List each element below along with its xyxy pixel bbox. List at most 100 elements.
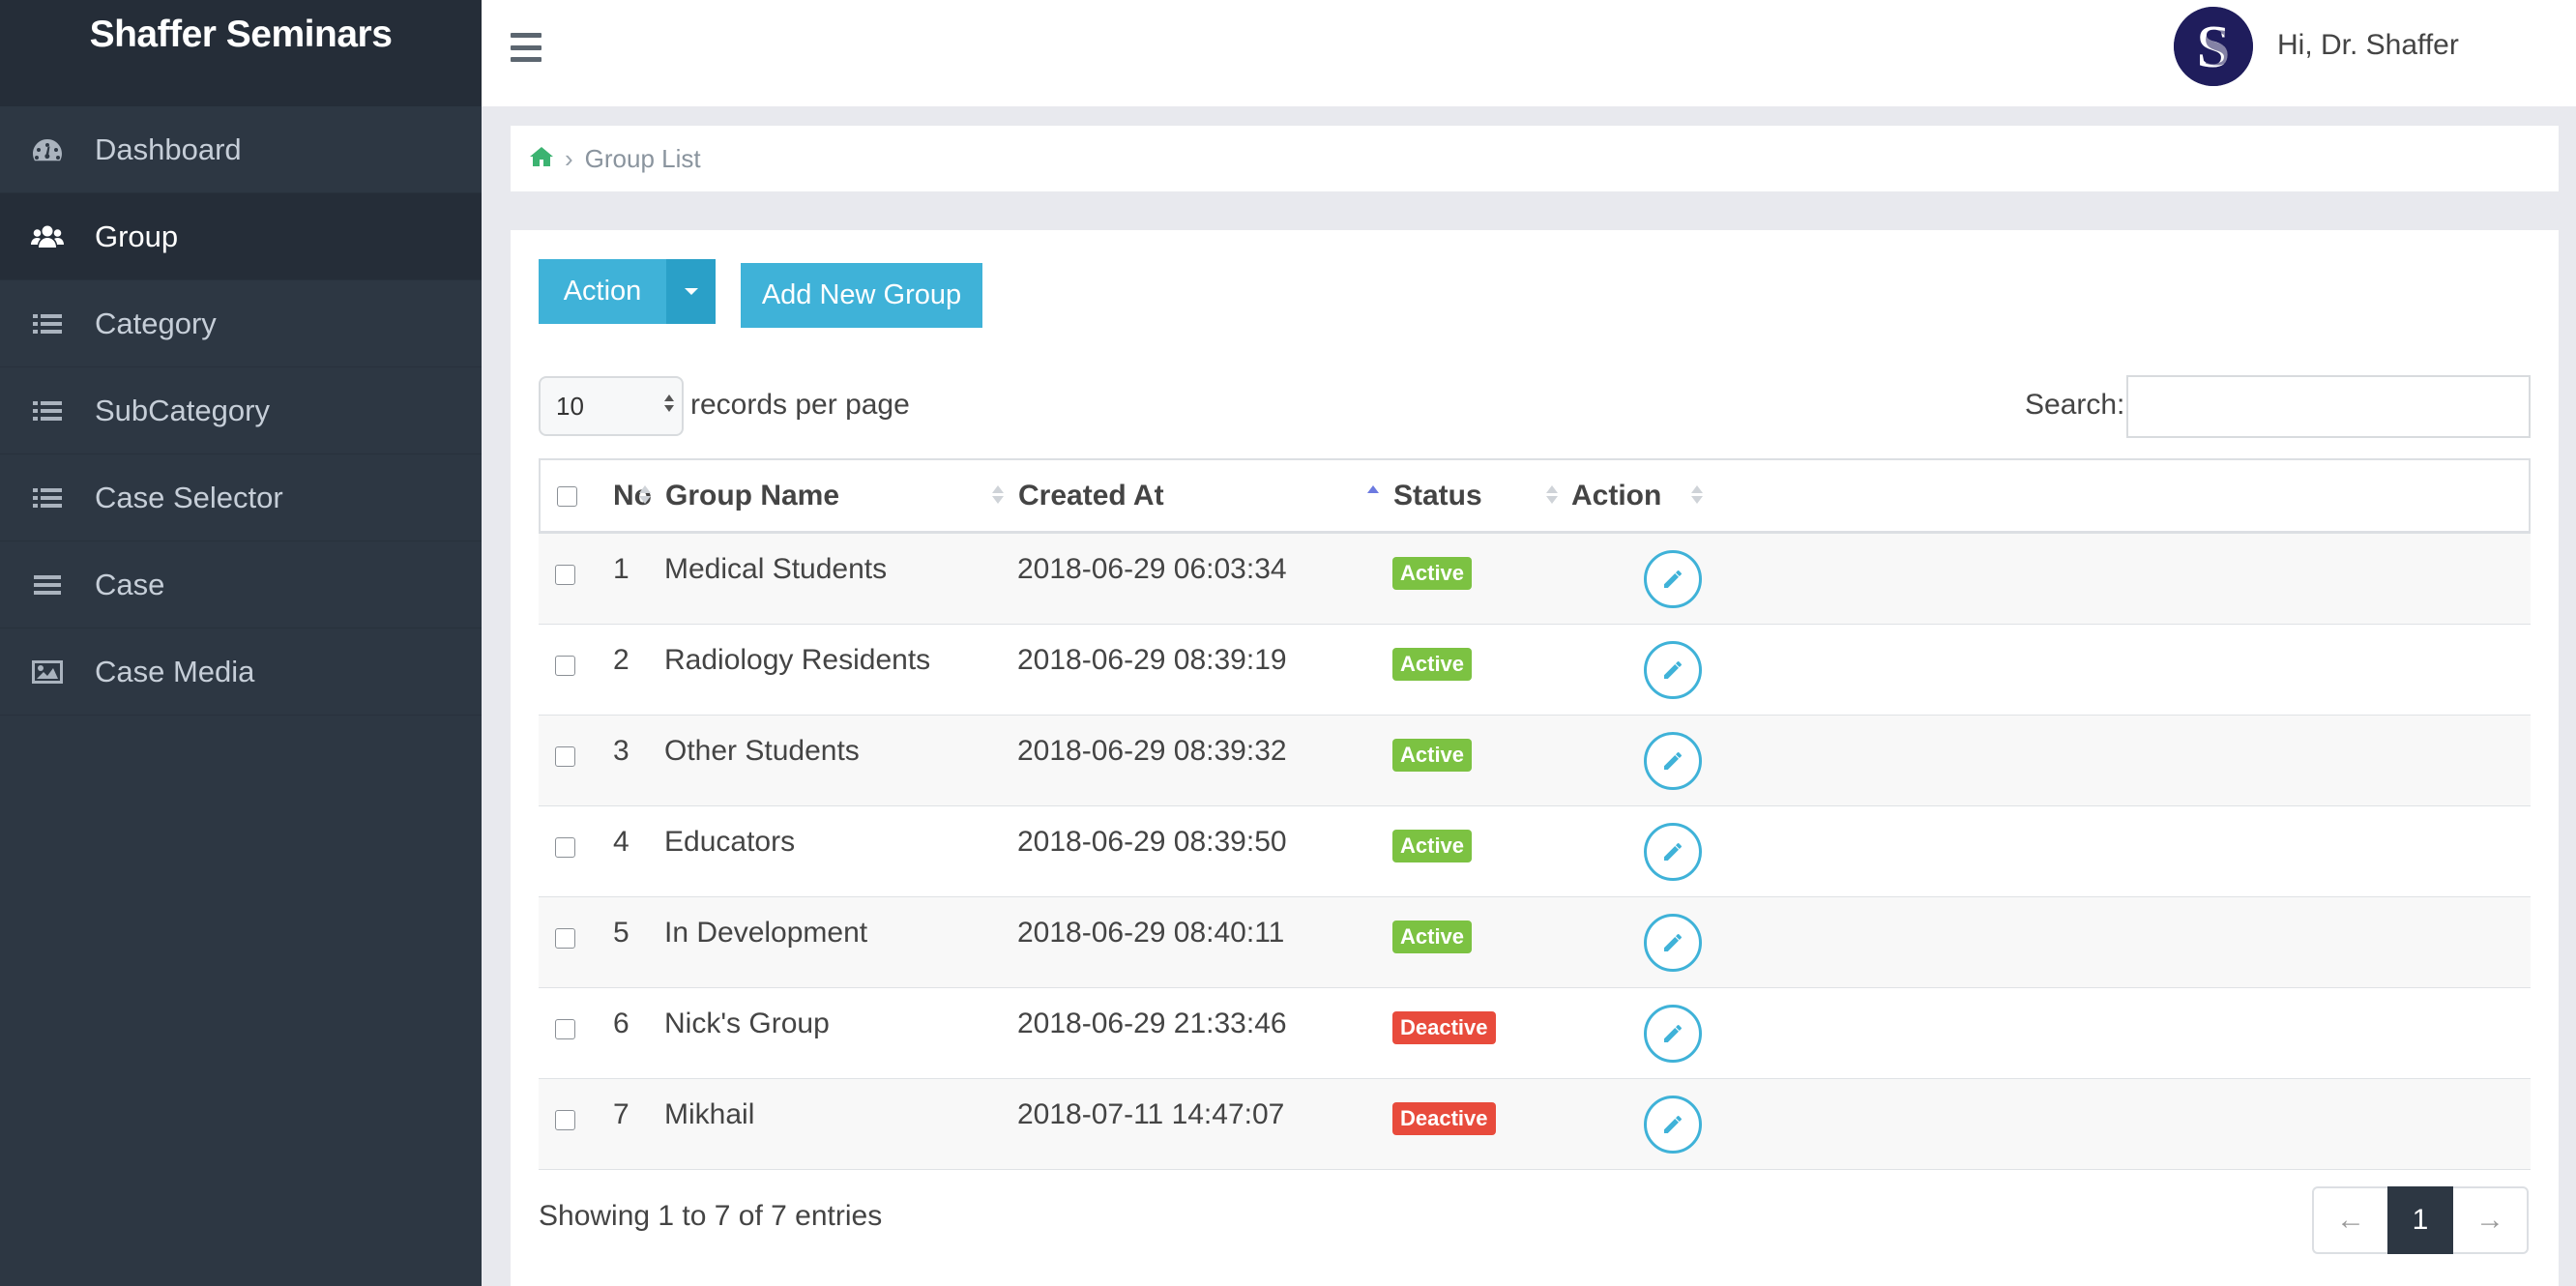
- edit-button[interactable]: [1644, 1005, 1702, 1063]
- sidebar-item-case-media[interactable]: Case Media: [0, 628, 482, 716]
- prev-page-button[interactable]: ←: [2312, 1186, 2387, 1254]
- list-icon: [0, 486, 95, 510]
- pencil-icon: [1664, 661, 1682, 679]
- sidebar-item-group[interactable]: Group: [0, 193, 482, 280]
- cell-group-name: Medical Students: [664, 553, 888, 585]
- edit-button[interactable]: [1644, 823, 1702, 881]
- row-checkbox[interactable]: [555, 928, 575, 949]
- cell-no: 6: [613, 1008, 629, 1039]
- select-all-checkbox[interactable]: [557, 486, 577, 507]
- user-greeting[interactable]: Hi, Dr. Shaffer: [2277, 29, 2459, 62]
- header-group-name[interactable]: Group Name: [665, 480, 839, 512]
- breadcrumb-separator: ›: [565, 143, 573, 173]
- row-checkbox[interactable]: [555, 1019, 575, 1039]
- add-new-group-button[interactable]: Add New Group: [741, 263, 982, 328]
- cell-created-at: 2018-06-29 21:33:46: [1017, 1008, 1287, 1039]
- sidebar-item-label: SubCategory: [95, 393, 270, 427]
- sidebar-item-dashboard[interactable]: Dashboard: [0, 106, 482, 193]
- header-created-at[interactable]: Created At: [1018, 480, 1164, 512]
- avatar[interactable]: S S: [2174, 7, 2253, 86]
- table-info: Showing 1 to 7 of 7 entries: [539, 1200, 883, 1232]
- cell-created-at: 2018-06-29 08:39:19: [1017, 644, 1287, 676]
- pencil-icon: [1664, 934, 1682, 951]
- page-length-label: records per page: [690, 389, 910, 421]
- row-checkbox[interactable]: [555, 1110, 575, 1130]
- cell-created-at: 2018-06-29 08:40:11: [1017, 917, 1285, 949]
- table-row: 5 In Development 2018-06-29 08:40:11 Active: [539, 897, 2531, 988]
- edit-button[interactable]: [1644, 550, 1702, 608]
- pencil-icon: [1664, 752, 1682, 770]
- cell-no: 5: [613, 917, 629, 949]
- sort-icon[interactable]: [1546, 485, 1558, 504]
- sort-asc-icon[interactable]: [1367, 485, 1379, 504]
- sidebar-item-subcategory[interactable]: SubCategory: [0, 367, 482, 454]
- page-length-value: 10: [556, 391, 584, 421]
- cell-no: 3: [613, 735, 629, 767]
- sort-icon[interactable]: [1691, 485, 1703, 504]
- pencil-icon: [1664, 843, 1682, 861]
- cell-group-name: Other Students: [664, 735, 860, 767]
- status-badge: Active: [1392, 830, 1473, 862]
- edit-button[interactable]: [1644, 732, 1702, 790]
- status-badge: Active: [1392, 557, 1473, 590]
- row-checkbox[interactable]: [555, 565, 575, 585]
- groups-table: No Group Name Created At Status Action 1…: [539, 458, 2531, 1170]
- edit-button[interactable]: [1644, 914, 1702, 972]
- page-length-select[interactable]: 10: [539, 376, 684, 436]
- header-status[interactable]: Status: [1393, 480, 1482, 512]
- pagination: ← 1 →: [2312, 1186, 2529, 1254]
- next-page-button[interactable]: →: [2453, 1186, 2529, 1254]
- row-checkbox[interactable]: [555, 837, 575, 858]
- sort-icon[interactable]: [992, 485, 1004, 504]
- status-badge: Deactive: [1392, 1102, 1496, 1135]
- status-badge: Active: [1392, 739, 1473, 772]
- sidebar-item-category[interactable]: Category: [0, 280, 482, 367]
- cell-group-name: Nick's Group: [664, 1008, 830, 1039]
- cell-group-name: Educators: [664, 826, 796, 858]
- cell-group-name: Radiology Residents: [664, 644, 931, 676]
- action-button[interactable]: Action: [539, 259, 666, 324]
- sidebar-item-label: Category: [95, 306, 217, 340]
- sidebar-item-label: Case: [95, 567, 165, 601]
- cell-group-name: Mikhail: [664, 1098, 755, 1130]
- action-dropdown-toggle[interactable]: [666, 259, 716, 324]
- table-row: 3 Other Students 2018-06-29 08:39:32 Active: [539, 716, 2531, 806]
- row-checkbox[interactable]: [555, 656, 575, 676]
- table-body: 1 Medical Students 2018-06-29 06:03:34 Acti…: [539, 534, 2531, 1170]
- caret-down-icon: [684, 288, 698, 295]
- brand-title[interactable]: Shaffer Seminars: [0, 0, 482, 106]
- pencil-icon: [1664, 1025, 1682, 1042]
- cell-group-name: In Development: [664, 917, 868, 949]
- cell-created-at: 2018-06-29 08:39:32: [1017, 735, 1287, 767]
- sidebar-item-case-selector[interactable]: Case Selector: [0, 454, 482, 541]
- table-header: No Group Name Created At Status Action: [539, 458, 2531, 534]
- cell-created-at: 2018-07-11 14:47:07: [1017, 1098, 1285, 1130]
- bars-icon: [0, 573, 95, 597]
- row-checkbox[interactable]: [555, 746, 575, 767]
- pencil-icon: [1664, 570, 1682, 588]
- status-badge: Active: [1392, 921, 1473, 953]
- users-icon: [0, 224, 95, 249]
- table-row: 4 Educators 2018-06-29 08:39:50 Active: [539, 806, 2531, 897]
- sidebar: Shaffer Seminars Dashboard Group Categor…: [0, 0, 482, 1286]
- table-row: 2 Radiology Residents 2018-06-29 08:39:19 A…: [539, 625, 2531, 716]
- cell-no: 1: [613, 553, 629, 585]
- edit-button[interactable]: [1644, 1096, 1702, 1154]
- search-input[interactable]: [2126, 375, 2531, 438]
- breadcrumb: › Group List: [511, 126, 2559, 191]
- menu-toggle-icon[interactable]: [511, 33, 542, 62]
- select-arrows-icon: [664, 395, 674, 412]
- edit-button[interactable]: [1644, 641, 1702, 699]
- status-badge: Active: [1392, 648, 1473, 681]
- sidebar-item-case[interactable]: Case: [0, 541, 482, 628]
- cell-no: 4: [613, 826, 629, 858]
- breadcrumb-current: Group List: [584, 143, 701, 173]
- header-action[interactable]: Action: [1571, 480, 1661, 512]
- table-row: 7 Mikhail 2018-07-11 14:47:07 Deactive: [539, 1079, 2531, 1170]
- cell-no: 7: [613, 1098, 629, 1130]
- group-list-panel: Action Add New Group 10 records per page…: [511, 230, 2559, 1286]
- home-icon[interactable]: [530, 144, 553, 174]
- sidebar-item-label: Case Media: [95, 654, 255, 688]
- page-1-button[interactable]: 1: [2387, 1186, 2453, 1254]
- sort-icon[interactable]: [639, 485, 651, 504]
